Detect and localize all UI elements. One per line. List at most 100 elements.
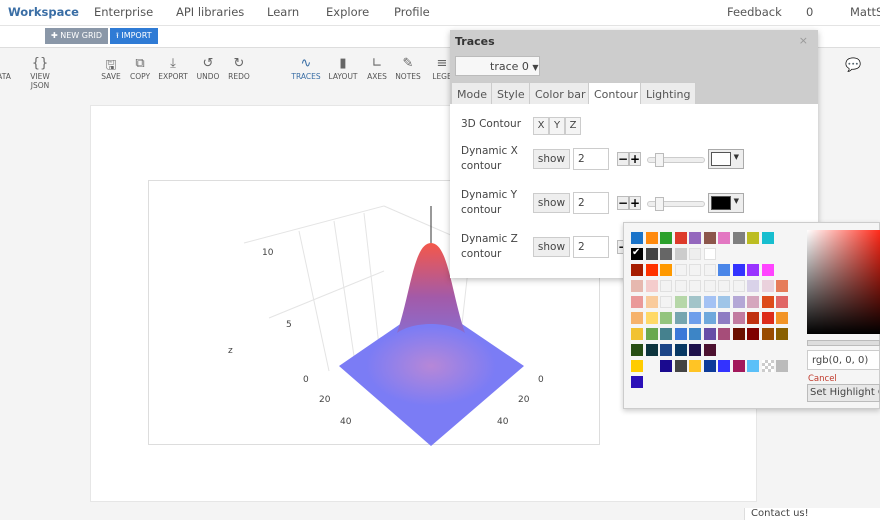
color-swatch[interactable]	[689, 296, 701, 308]
contour-color-button[interactable]: ▼	[708, 193, 744, 213]
color-swatch[interactable]	[761, 328, 774, 340]
color-swatch[interactable]	[645, 264, 658, 276]
color-swatch[interactable]	[689, 264, 701, 276]
hue-slider[interactable]	[807, 340, 880, 346]
color-swatch[interactable]	[660, 360, 672, 372]
nav-workspace[interactable]: Workspace	[8, 5, 79, 19]
color-swatch[interactable]	[718, 264, 730, 276]
traces-button[interactable]: ∿ TRACES	[286, 56, 326, 81]
color-swatch[interactable]	[645, 312, 658, 324]
color-swatch[interactable]	[631, 376, 643, 388]
set-highlight-button[interactable]: Set Highlight Color	[807, 384, 880, 402]
show-button[interactable]: show	[533, 193, 570, 213]
color-swatch[interactable]	[631, 280, 643, 292]
color-swatch[interactable]	[747, 296, 759, 308]
color-swatch[interactable]	[718, 232, 730, 244]
color-swatch[interactable]	[747, 280, 759, 292]
color-swatch[interactable]	[703, 360, 716, 372]
color-swatch[interactable]	[689, 280, 701, 292]
color-swatch[interactable]	[631, 312, 643, 324]
user-menu[interactable]: MattSu	[850, 5, 880, 19]
export-button[interactable]: ⤓ EXPORT	[153, 56, 193, 81]
color-swatch[interactable]: ✔	[631, 247, 643, 260]
color-swatch[interactable]	[674, 264, 687, 276]
color-swatch[interactable]	[761, 312, 774, 324]
contour-count-input[interactable]: 2	[573, 148, 609, 170]
color-swatch[interactable]	[761, 264, 774, 276]
show-button[interactable]: show	[533, 237, 570, 257]
tab-contour[interactable]: Contour	[588, 82, 644, 104]
color-swatch[interactable]	[674, 328, 687, 340]
color-swatch[interactable]	[689, 232, 701, 244]
color-swatch[interactable]	[703, 312, 716, 324]
color-swatch[interactable]	[689, 344, 701, 356]
color-swatch[interactable]	[689, 312, 701, 324]
color-swatch[interactable]	[761, 296, 774, 308]
color-swatch[interactable]	[747, 232, 759, 244]
color-swatch[interactable]	[747, 312, 759, 324]
color-swatch[interactable]	[645, 344, 658, 356]
color-swatch[interactable]	[703, 280, 716, 292]
nav-enterprise[interactable]: Enterprise	[94, 5, 153, 19]
contact-us-button[interactable]: Contact us!	[744, 508, 880, 520]
color-swatch[interactable]	[747, 264, 759, 276]
color-swatch[interactable]	[761, 232, 774, 244]
color-swatch[interactable]	[674, 248, 687, 260]
color-swatch[interactable]	[660, 328, 672, 340]
color-swatch[interactable]	[747, 328, 759, 340]
trace-select[interactable]: trace 0 ▼	[455, 56, 540, 76]
contour-y-button[interactable]: Y	[549, 117, 565, 135]
color-swatch[interactable]	[761, 360, 774, 372]
width-slider[interactable]	[647, 153, 705, 167]
nav-api-libraries[interactable]: API libraries	[176, 5, 244, 19]
color-swatch[interactable]	[703, 264, 716, 276]
color-swatch[interactable]	[689, 360, 701, 372]
width-slider[interactable]	[647, 197, 705, 211]
color-swatch[interactable]	[732, 360, 745, 372]
color-swatch[interactable]	[631, 264, 643, 276]
tab-lighting[interactable]: Lighting	[640, 82, 697, 104]
color-swatch[interactable]	[631, 360, 643, 372]
color-swatch[interactable]	[660, 296, 672, 308]
color-swatch[interactable]	[703, 328, 716, 340]
color-swatch[interactable]	[732, 296, 745, 308]
color-swatch[interactable]	[674, 280, 687, 292]
color-swatch[interactable]	[703, 344, 716, 356]
color-swatch[interactable]	[689, 328, 701, 340]
color-swatch[interactable]	[689, 248, 701, 260]
nav-learn[interactable]: Learn	[267, 5, 299, 19]
new-grid-button[interactable]: ✚ NEW GRID	[45, 28, 109, 44]
minus-button[interactable]: −	[617, 152, 629, 166]
redo-button[interactable]: ↻ REDO	[219, 56, 259, 81]
color-swatch[interactable]	[660, 248, 672, 260]
color-swatch[interactable]	[718, 280, 730, 292]
color-swatch[interactable]	[645, 232, 658, 244]
rgb-input[interactable]: rgb(0, 0, 0)	[807, 350, 880, 370]
slider-handle[interactable]	[655, 197, 664, 211]
saturation-gradient[interactable]	[807, 230, 880, 334]
color-swatch[interactable]	[703, 248, 716, 260]
color-swatch[interactable]	[645, 248, 658, 260]
color-swatch[interactable]	[645, 328, 658, 340]
color-swatch[interactable]	[674, 312, 687, 324]
plus-button[interactable]: +	[629, 196, 641, 210]
tab-style[interactable]: Style	[491, 82, 531, 104]
color-swatch[interactable]	[776, 280, 788, 292]
color-swatch[interactable]	[776, 296, 788, 308]
color-swatch[interactable]	[631, 344, 643, 356]
color-swatch[interactable]	[674, 344, 687, 356]
contour-count-input[interactable]: 2	[573, 236, 609, 258]
color-swatch[interactable]	[718, 296, 730, 308]
color-swatch[interactable]	[631, 232, 643, 244]
color-swatch[interactable]	[732, 328, 745, 340]
color-swatch[interactable]	[718, 312, 730, 324]
close-icon[interactable]: ×	[799, 34, 808, 47]
color-swatch[interactable]	[776, 360, 788, 372]
color-swatch[interactable]	[718, 360, 730, 372]
color-swatch[interactable]	[747, 360, 759, 372]
color-swatch[interactable]	[674, 360, 687, 372]
color-swatch[interactable]	[660, 280, 672, 292]
contour-x-button[interactable]: X	[533, 117, 549, 135]
notification-count[interactable]: 0	[806, 5, 813, 19]
color-swatch[interactable]	[631, 328, 643, 340]
